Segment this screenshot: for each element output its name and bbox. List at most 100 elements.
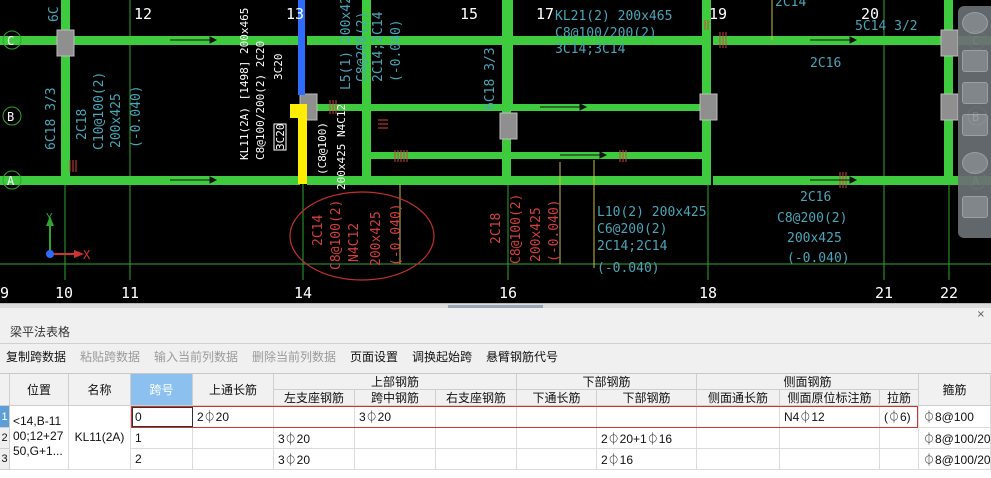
right-line4: (-0.040) (787, 251, 850, 266)
circled-3: N4C12 (347, 223, 362, 262)
left-beam-3: 200x425 (109, 93, 124, 148)
col16-line1: 2C18 (489, 213, 504, 244)
swap-start-span-button[interactable]: 调换起始跨 (412, 348, 472, 365)
cantilever-rebar-code-button[interactable]: 悬臂钢筋代号 (486, 348, 558, 365)
beam-table: 位置 名称 跨号 上通长筋 上部钢筋 左支座钢筋 跨中钢筋 右支座钢筋 下部钢筋… (0, 373, 991, 478)
bottom-through-cell[interactable] (517, 428, 597, 449)
bottom-bar-cell[interactable] (597, 406, 697, 428)
stirrup-cell[interactable]: ⏀8@100/20 (919, 449, 991, 470)
top-right-cell[interactable] (436, 449, 517, 470)
top-left-cell[interactable]: 3⏀20 (274, 449, 355, 470)
stirrup-cell[interactable]: ⏀8@100/20 (919, 428, 991, 449)
page-setup-button[interactable]: 页面设置 (350, 348, 398, 365)
circled-5: (-0.040) (389, 203, 404, 266)
left-col-label: 6C18 3/3 (44, 87, 59, 150)
y-axis-label: Y (46, 211, 53, 224)
stirrup-cell[interactable]: ⏀8@100 (919, 406, 991, 428)
tie-cell[interactable] (880, 449, 919, 470)
axis-top-17: 17 (536, 5, 554, 23)
corner-header (0, 374, 10, 406)
axis-bottom-10: 10 (55, 284, 73, 302)
top-mid-cell[interactable]: 3⏀20 (355, 406, 436, 428)
bottom-through-cell[interactable] (517, 449, 597, 470)
header-side-through: 侧面通长筋 (697, 390, 780, 406)
top-right-cell[interactable] (436, 428, 517, 449)
bottom-through-cell[interactable] (517, 406, 597, 428)
cube-icon[interactable] (962, 82, 988, 104)
axis-top-13: 13 (286, 5, 304, 23)
header-tie: 拉筋 (880, 390, 919, 406)
side-in-situ-cell[interactable] (780, 428, 880, 449)
span-cell[interactable]: 0 (131, 406, 193, 428)
row-number[interactable]: 1 (0, 406, 10, 428)
ucs-axes-icon: Y X (46, 211, 91, 262)
orbit-icon[interactable] (962, 152, 988, 174)
col20-label: 5C14 3/2 (855, 19, 918, 34)
header-side-in-situ: 侧面原位标注筋 (780, 390, 880, 406)
top-right-cell[interactable] (436, 406, 517, 428)
kl11-line1: KL11(2A) [1498] 200x465 (238, 8, 251, 160)
header-name: 名称 (69, 374, 131, 406)
beam-name-cell[interactable]: KL11(2A) (69, 406, 131, 470)
tie-cell[interactable] (880, 428, 919, 449)
l5-line2: C8@200(2) (355, 12, 370, 82)
layout-icon[interactable] (962, 114, 988, 136)
axis-bottom-9: 9 (0, 284, 9, 302)
side-in-situ-cell[interactable] (780, 449, 880, 470)
axis-top-15: 15 (460, 5, 478, 23)
selected-beam-node (290, 104, 300, 118)
right-line3: 200x425 (787, 231, 842, 246)
span-cell[interactable]: 1 (131, 428, 193, 449)
col16-line4: (-0.040) (547, 199, 562, 262)
bottom-bar-cell[interactable]: 2⏀20+1⏀16 (597, 428, 697, 449)
input-column-data-button[interactable]: 输入当前列数据 (154, 348, 238, 365)
kl11-box: 3C20 (274, 124, 287, 151)
sphere-nav-icon[interactable] (962, 12, 988, 34)
top-mid-cell[interactable] (355, 449, 436, 470)
red-annotations: 2C14 C8@100(2) N4C12 200x425 (-0.040) 2C… (311, 194, 562, 270)
paste-span-data-button[interactable]: 粘贴跨数据 (80, 348, 140, 365)
row-number[interactable]: 3 (0, 449, 10, 470)
l10-line1: L10(2) 200x425 (597, 205, 707, 220)
delete-column-data-button[interactable]: 删除当前列数据 (252, 348, 336, 365)
row-number[interactable]: 2 (0, 428, 10, 449)
top-through-cell[interactable]: 2⏀20 (193, 406, 274, 428)
left-beam-4: (-0.040) (129, 85, 144, 148)
view-3d-icon[interactable] (962, 50, 988, 72)
side-through-cell[interactable] (697, 406, 780, 428)
kl11-line2: C8@100/200(2) 2C20 (254, 41, 267, 160)
header-span[interactable]: 跨号 (131, 374, 193, 406)
grid-view-icon[interactable] (962, 196, 988, 218)
copy-span-data-button[interactable]: 复制跨数据 (6, 348, 66, 365)
bottom-bar-cell[interactable]: 2⏀16 (597, 449, 697, 470)
header-stirrup: 箍筋 (919, 374, 991, 406)
top-mid-cell[interactable] (355, 428, 436, 449)
position-line: <14,B-11 (13, 414, 62, 428)
top-left-cell[interactable]: 3⏀20 (274, 428, 355, 449)
span-cell[interactable]: 2 (131, 449, 193, 470)
l10-line4: (-0.040) (597, 261, 660, 276)
top-through-cell[interactable] (193, 428, 274, 449)
axis-bottom-16: 16 (499, 284, 517, 302)
axis-top-19: 19 (709, 5, 727, 23)
axis-bottom-18: 18 (699, 284, 717, 302)
panel-close-icon[interactable]: × (977, 309, 985, 320)
cad-canvas[interactable]: 12 13 15 17 19 20 9 10 11 14 16 18 21 22… (0, 0, 991, 303)
position-cell[interactable]: <14,B-11 00;12+27 50,G+1... (10, 406, 69, 470)
l5-line1: L5(1) 200x425 (339, 0, 354, 90)
circled-2: C8@100(2) (329, 200, 344, 270)
side-through-cell[interactable] (697, 449, 780, 470)
position-line: 50,G+1... (13, 444, 63, 458)
axis-left-C: C (7, 34, 14, 48)
col16-line3: 200x425 (529, 207, 544, 262)
side-in-situ-cell[interactable]: N4⏀12 (780, 406, 880, 428)
circled-1: 2C14 (311, 215, 326, 246)
top-through-cell[interactable] (193, 449, 274, 470)
l10-line3: 2C14;2C14 (597, 239, 668, 254)
axis-bottom-14: 14 (294, 284, 312, 302)
header-top-mid: 跨中钢筋 (355, 390, 436, 406)
side-through-cell[interactable] (697, 428, 780, 449)
tie-cell[interactable]: (⏀6) (880, 406, 919, 428)
top-left-cell[interactable] (274, 406, 355, 428)
cyan-rotated: 6C18 3/3 2C18 C10@100(2) 200x425 (-0.040… (44, 0, 498, 150)
